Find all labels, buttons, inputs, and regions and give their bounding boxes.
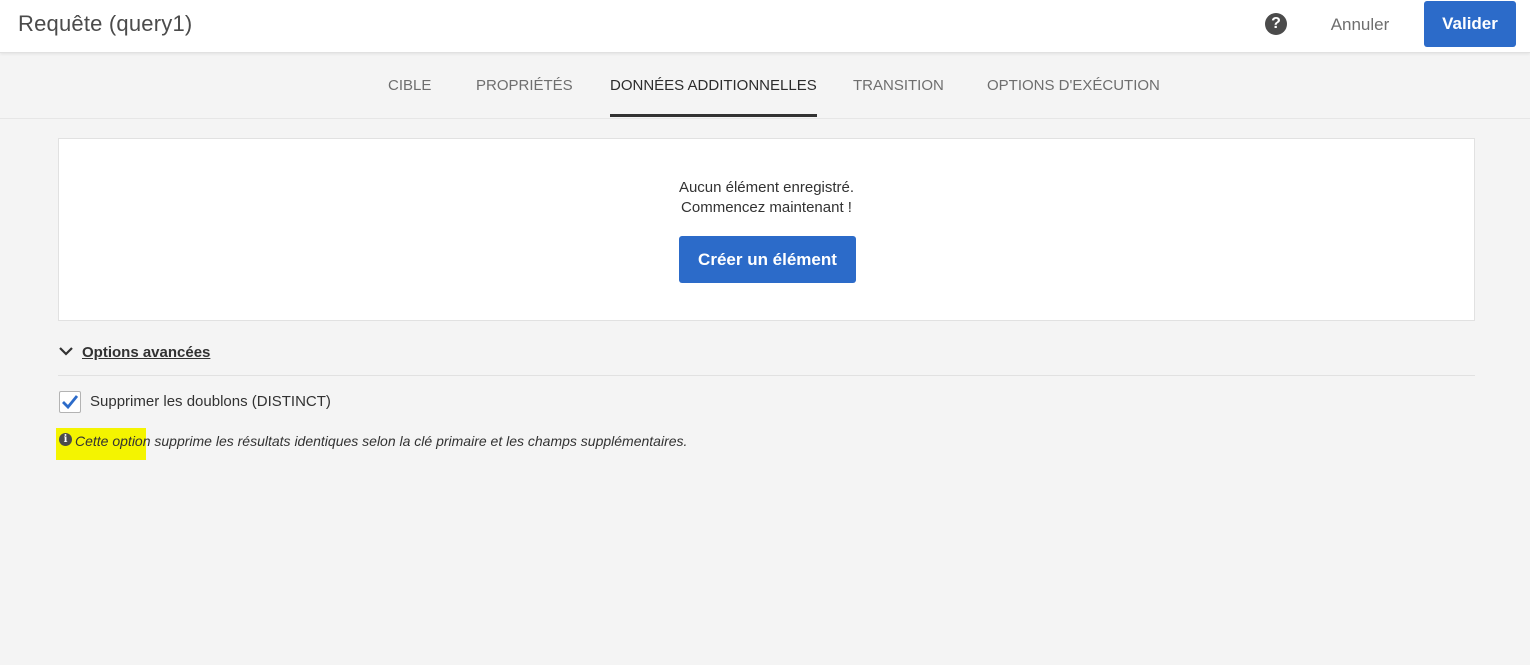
create-element-button[interactable]: Créer un élément <box>679 236 856 283</box>
additional-data-panel: Aucun élément enregistré. Commencez main… <box>58 138 1475 321</box>
help-icon[interactable]: ? <box>1265 13 1287 35</box>
tab-cible[interactable]: CIBLE <box>388 77 431 114</box>
hint-text: Cette option supprime les résultats iden… <box>75 433 688 449</box>
divider <box>58 375 1475 376</box>
info-icon: i <box>59 433 72 446</box>
checkmark-icon <box>62 395 79 410</box>
tab-donnees-additionnelles[interactable]: DONNÉES ADDITIONNELLES <box>610 77 817 117</box>
chevron-down-icon <box>59 347 73 356</box>
tab-transition[interactable]: TRANSITION <box>853 77 944 114</box>
tab-bar: CIBLE PROPRIÉTÉS DONNÉES ADDITIONNELLES … <box>0 53 1530 119</box>
page-title: Requête (query1) <box>18 11 193 36</box>
advanced-options-label: Options avancées <box>82 344 211 361</box>
validate-button[interactable]: Valider <box>1424 1 1516 47</box>
distinct-checkbox[interactable] <box>59 391 81 413</box>
empty-call-to-action: Commencez maintenant ! <box>681 199 852 216</box>
header-bar: Requête (query1) ? Annuler Valider <box>0 0 1530 53</box>
tab-options-execution[interactable]: OPTIONS D'EXÉCUTION <box>987 77 1160 114</box>
tab-proprietes[interactable]: PROPRIÉTÉS <box>476 77 573 114</box>
empty-message: Aucun élément enregistré. <box>678 179 855 196</box>
cancel-button[interactable]: Annuler <box>1318 13 1402 37</box>
distinct-checkbox-label[interactable]: Supprimer les doublons (DISTINCT) <box>90 393 331 410</box>
